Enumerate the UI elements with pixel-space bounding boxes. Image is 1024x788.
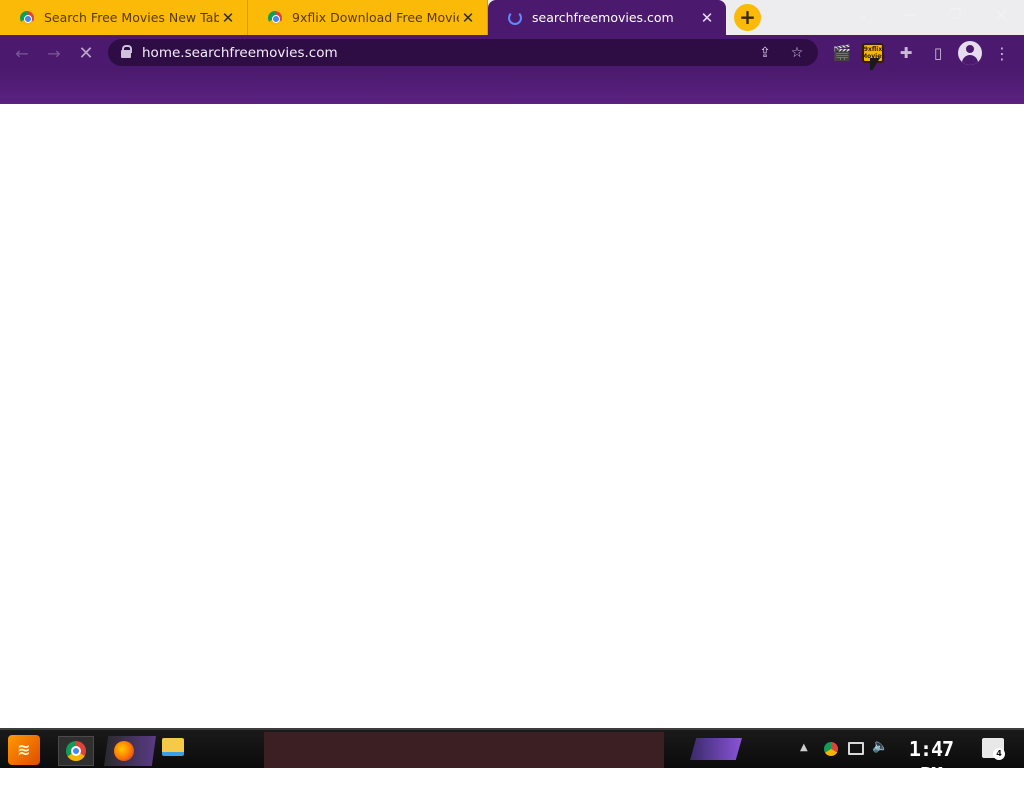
tab-strip: Search Free Movies New Tab ✕ 9xflix Down… — [0, 0, 1024, 35]
start-button[interactable]: ≋ — [8, 735, 40, 765]
volume-icon[interactable]: 🔈 — [872, 739, 888, 754]
bookmark-star-icon[interactable]: ☆ — [786, 42, 808, 64]
taskbar-chrome-button[interactable] — [58, 736, 94, 766]
tab-title: Search Free Movies New Tab — [44, 10, 219, 25]
stop-loading-button[interactable]: ✕ — [74, 41, 98, 65]
minimize-button[interactable]: — — [889, 0, 929, 30]
taskbar-clock[interactable]: 1:47 PM — [896, 736, 966, 787]
network-icon[interactable] — [848, 742, 864, 755]
loading-spinner-icon — [508, 10, 522, 25]
movie-extension-icon[interactable]: 🎬 — [830, 41, 854, 65]
taskbar-firefox-button[interactable] — [104, 736, 156, 766]
lock-icon[interactable] — [121, 45, 132, 58]
taskbar-theme-band — [264, 732, 664, 768]
firefox-icon — [114, 741, 134, 761]
tab-close-icon[interactable]: ✕ — [459, 9, 477, 27]
taskbar: ≋ ▲ 🔈 1:47 PM 4 — [0, 728, 1024, 787]
back-button[interactable]: ← — [10, 41, 34, 65]
tab-9xflix[interactable]: 9xflix Download Free Movies - ✕ — [248, 0, 488, 35]
restore-button[interactable]: ❐ — [935, 0, 975, 30]
theme-banner — [0, 70, 1024, 104]
chrome-favicon-icon — [268, 10, 282, 25]
tab-search-button[interactable]: ⌄ — [843, 0, 883, 30]
share-icon[interactable]: ⇪ — [754, 42, 776, 64]
taskbar-file-explorer-icon[interactable] — [162, 738, 184, 756]
tab-title: searchfreemovies.com — [532, 10, 674, 25]
tab-close-icon[interactable]: ✕ — [698, 9, 716, 27]
close-window-button[interactable]: ✕ — [981, 0, 1021, 30]
profile-avatar-icon[interactable] — [958, 41, 982, 65]
extensions-puzzle-icon[interactable]: ✚ — [894, 41, 918, 65]
address-bar[interactable]: home.searchfreemovies.com ⇪ ☆ — [108, 39, 818, 66]
9xflix-extension-label: 9xflix — [863, 46, 883, 53]
show-hidden-icons-icon[interactable]: ▲ — [800, 742, 808, 753]
chrome-icon — [66, 741, 86, 761]
url-text[interactable]: home.searchfreemovies.com — [142, 45, 754, 61]
chrome-favicon-icon — [20, 10, 34, 25]
taskbar-theme-accent — [690, 738, 742, 760]
tab-search-free-movies[interactable]: Search Free Movies New Tab ✕ — [0, 0, 248, 35]
new-tab-button[interactable]: + — [734, 4, 761, 31]
tab-title: 9xflix Download Free Movies - — [292, 10, 459, 25]
tab-searchfreemovies-active[interactable]: searchfreemovies.com ✕ — [488, 0, 726, 35]
forward-button[interactable]: → — [42, 41, 66, 65]
notification-count-badge: 4 — [993, 748, 1005, 760]
tray-chrome-icon[interactable] — [824, 742, 838, 756]
tab-close-icon[interactable]: ✕ — [219, 9, 237, 27]
side-panel-icon[interactable]: ▯ — [926, 41, 950, 65]
page-content — [0, 104, 1024, 728]
chrome-menu-icon[interactable]: ⋮ — [992, 41, 1012, 65]
